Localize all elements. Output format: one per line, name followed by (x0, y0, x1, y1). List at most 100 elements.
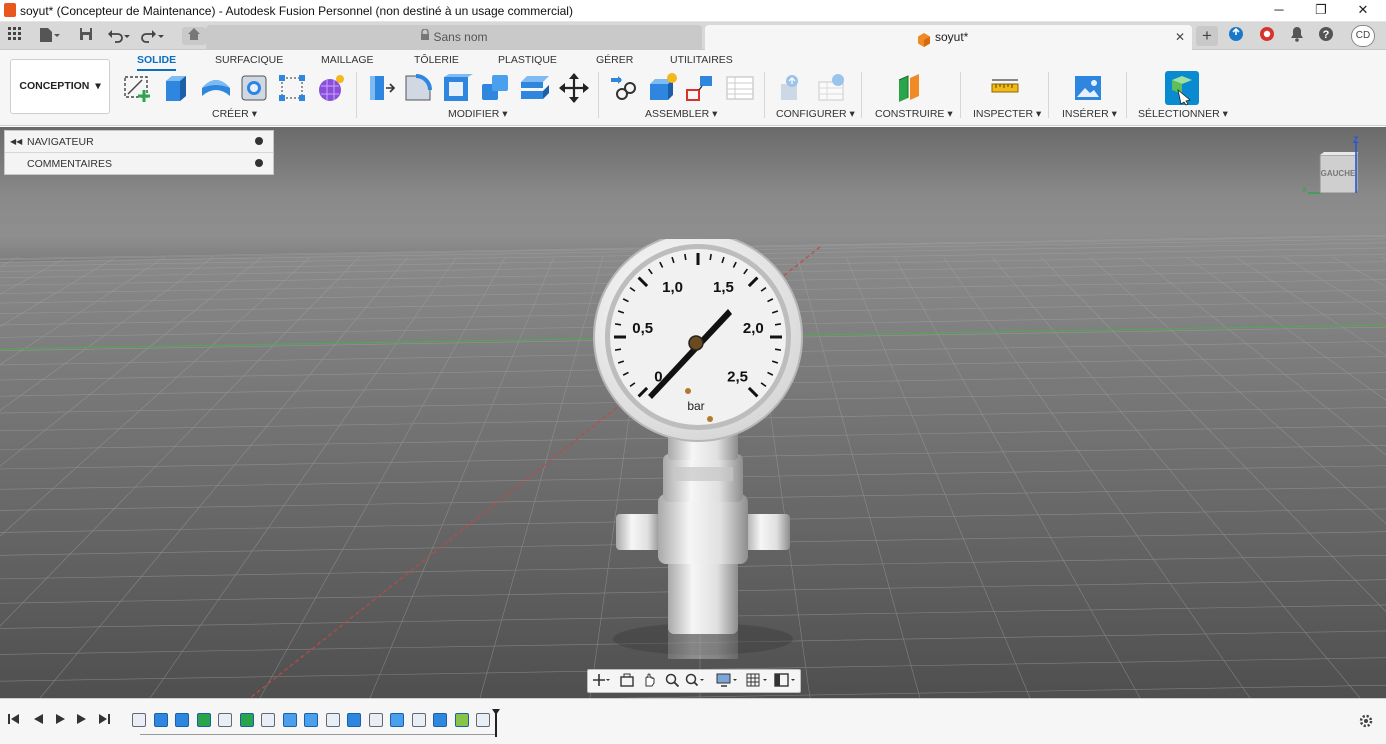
timeline-feature-icon[interactable] (261, 713, 275, 727)
look-at-icon[interactable] (616, 673, 638, 690)
collapse-icon[interactable]: ◀◀ (10, 131, 22, 153)
measure-icon[interactable] (989, 72, 1021, 104)
group-configurer[interactable]: CONFIGURER ▾ (776, 108, 855, 120)
configure-icon[interactable] (778, 72, 810, 104)
viewports-icon[interactable] (774, 673, 796, 690)
view-cube[interactable]: GAUCHE Z X (1300, 135, 1368, 205)
timeline-feature-icon[interactable] (433, 713, 447, 727)
group-construire[interactable]: CONSTRUIRE ▾ (875, 108, 953, 120)
move-copy-icon[interactable] (558, 72, 590, 104)
file-menu-icon[interactable] (36, 27, 62, 45)
grid-settings-icon[interactable] (746, 673, 768, 690)
step-forward-icon[interactable] (74, 713, 90, 729)
go-to-end-icon[interactable] (96, 713, 112, 729)
pattern-icon[interactable] (276, 72, 308, 104)
joint-icon[interactable] (608, 72, 640, 104)
maximize-button[interactable]: ❐ (1298, 0, 1344, 22)
timeline-feature-icon[interactable] (476, 713, 490, 727)
timeline-feature-icon[interactable] (132, 713, 146, 727)
play-icon[interactable] (52, 713, 68, 729)
timeline-feature-icon[interactable] (175, 713, 189, 727)
group-selectionner[interactable]: SÉLECTIONNER ▾ (1138, 108, 1228, 120)
tab-maillage[interactable]: MAILLAGE (321, 54, 374, 66)
timeline-feature-icon[interactable] (304, 713, 318, 727)
shell-icon[interactable] (441, 72, 473, 104)
tab-utilitaires[interactable]: UTILITAIRES (670, 54, 733, 66)
group-inserer[interactable]: INSÉRER ▾ (1062, 108, 1117, 120)
gauge-minor-tick (709, 253, 712, 261)
timeline-settings-icon[interactable] (1358, 713, 1374, 729)
close-window-button[interactable]: ✕ (1340, 0, 1386, 22)
notifications-icon[interactable] (1286, 26, 1308, 46)
timeline-feature-icon[interactable] (196, 713, 211, 727)
user-avatar[interactable]: CD (1351, 25, 1375, 47)
display-settings-icon[interactable] (716, 673, 738, 690)
tab-surfacique[interactable]: SURFACIQUE (215, 54, 283, 66)
insert-image-icon[interactable] (1072, 72, 1104, 104)
lock-icon (420, 25, 430, 50)
timeline-feature-icon[interactable] (390, 713, 404, 727)
minimize-button[interactable]: ─ (1256, 0, 1302, 22)
job-status-icon[interactable] (1225, 26, 1247, 46)
timeline-feature-icon[interactable] (454, 713, 469, 727)
tab-gerer[interactable]: GÉRER (596, 54, 633, 66)
as-built-joint-icon[interactable] (684, 72, 716, 104)
add-comment-icon[interactable] (255, 159, 263, 167)
extrude-icon[interactable] (160, 72, 192, 104)
group-creer[interactable]: CRÉER ▾ (212, 108, 257, 120)
undo-icon[interactable] (106, 27, 132, 45)
tab-solide[interactable]: SOLIDE (137, 54, 177, 71)
hole-icon[interactable] (238, 72, 270, 104)
press-pull-icon[interactable] (364, 72, 396, 104)
tab-soyut[interactable]: soyut* ✕ (705, 25, 1192, 50)
timeline-marker[interactable] (492, 709, 500, 737)
tab-plastique[interactable]: PLASTIQUE (498, 54, 557, 66)
tab-sans-nom[interactable]: Sans nom (206, 25, 702, 50)
help-icon[interactable]: ? (1315, 26, 1337, 46)
viewcube-face-label: GAUCHE (1320, 169, 1356, 178)
group-modifier[interactable]: MODIFIER ▾ (448, 108, 508, 120)
create-form-icon[interactable] (315, 72, 347, 104)
timeline-feature-icon[interactable] (411, 713, 426, 727)
offset-face-icon[interactable] (519, 72, 551, 104)
timeline-feature-icon[interactable] (153, 713, 168, 727)
pan-icon[interactable] (638, 673, 660, 690)
go-to-start-icon[interactable] (6, 713, 22, 729)
new-tab-icon[interactable]: + (1196, 26, 1218, 46)
offset-plane-icon[interactable] (895, 72, 927, 104)
combine-icon[interactable] (480, 72, 512, 104)
pressure-gauge-model[interactable]: 00,51,0 1,52,02,5 bar (578, 239, 818, 669)
timeline-feature-icon[interactable] (325, 713, 340, 727)
zoom-icon[interactable] (661, 673, 683, 690)
navigateur-row[interactable]: ◀◀ NAVIGATEUR (5, 131, 273, 153)
select-icon[interactable] (1164, 70, 1200, 106)
save-icon[interactable] (76, 27, 96, 45)
fillet-icon[interactable] (402, 72, 434, 104)
commentaires-row[interactable]: COMMENTAIRES (5, 153, 273, 175)
step-back-icon[interactable] (30, 713, 46, 729)
workspace-selector[interactable]: CONCEPTION ▾ (10, 59, 110, 114)
close-tab-icon[interactable]: ✕ (1175, 25, 1185, 50)
3d-viewport[interactable]: ◀◀ NAVIGATEUR COMMENTAIRES GAUCHE Z X 0 … (0, 127, 1386, 698)
tab-tolerie[interactable]: TÔLERIE (414, 54, 459, 66)
configure-table-icon[interactable] (816, 72, 848, 104)
group-assembler[interactable]: ASSEMBLER ▾ (645, 108, 717, 120)
zoom-window-icon[interactable] (684, 673, 706, 690)
bom-table-icon[interactable] (724, 72, 756, 104)
home-icon[interactable] (182, 27, 206, 45)
pin-icon[interactable] (255, 137, 263, 145)
new-component-icon[interactable] (646, 72, 678, 104)
extensions-icon[interactable] (1256, 26, 1278, 46)
create-sketch-icon[interactable] (122, 72, 154, 104)
revolve-icon[interactable] (200, 72, 232, 104)
orbit-icon[interactable] (590, 673, 612, 690)
timeline-feature-icon[interactable] (218, 713, 232, 727)
chevron-down-icon: ▾ (712, 108, 718, 120)
app-grid-icon[interactable] (5, 27, 25, 45)
group-inspecter[interactable]: INSPECTER ▾ (973, 108, 1041, 120)
timeline-feature-icon[interactable] (368, 713, 383, 727)
timeline-feature-icon[interactable] (347, 713, 361, 727)
redo-icon[interactable] (140, 27, 166, 45)
timeline-feature-icon[interactable] (239, 713, 254, 727)
timeline-feature-icon[interactable] (282, 713, 297, 727)
